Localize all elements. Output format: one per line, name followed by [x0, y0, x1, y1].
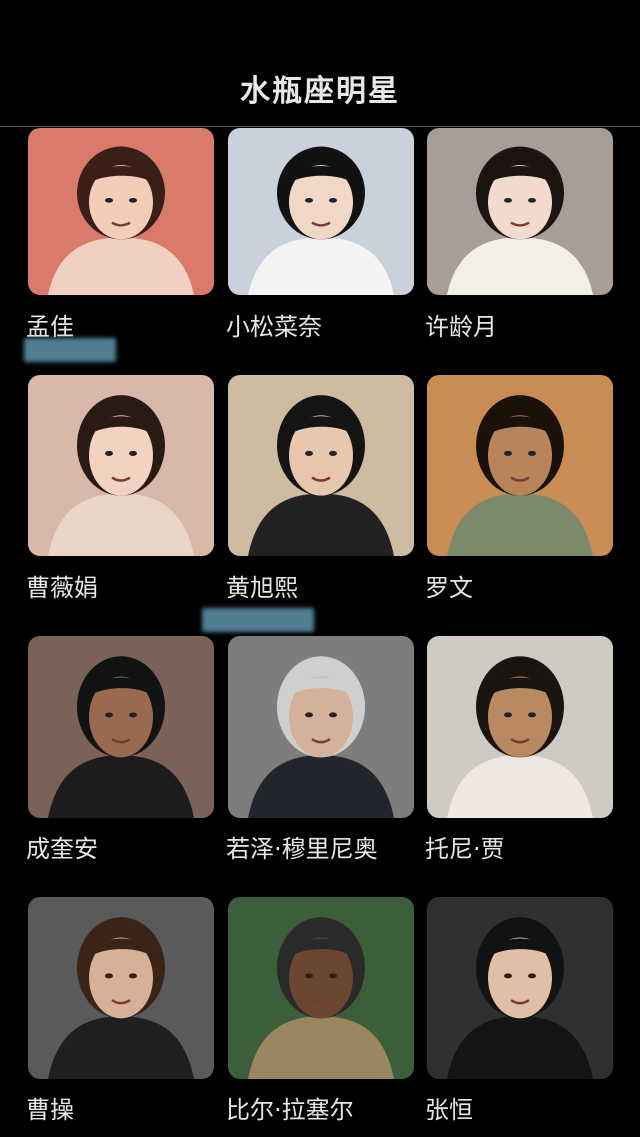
celebrity-name: 许龄月: [425, 313, 497, 341]
celebrity-name: 比尔·拉塞尔: [226, 1096, 354, 1124]
celebrity-name: 曹薇娟: [26, 574, 98, 602]
celebrity-name: 曹操: [26, 1096, 74, 1124]
celebrity-photo[interactable]: [228, 897, 414, 1079]
redaction-bar: [202, 608, 314, 632]
redaction-bar: [24, 338, 116, 362]
celebrity-card[interactable]: 黄旭熙: [226, 375, 414, 602]
celebrity-photo[interactable]: [28, 128, 214, 295]
celebrity-name: 黄旭熙: [226, 574, 298, 602]
celebrity-name: 孟佳: [26, 313, 74, 341]
screen: 孟佳 小松菜奈 许龄月曹薇娟 黄旭熙 罗文成奎安 若泽·穆里尼奥 托尼·贾曹操 比尔·拉塞尔 张…: [0, 0, 640, 1137]
celebrity-photo[interactable]: [228, 128, 414, 295]
page-header: 水瓶座明星: [0, 0, 640, 127]
celebrity-card[interactable]: 孟佳: [26, 128, 214, 341]
celebrity-photo[interactable]: [228, 636, 414, 818]
celebrity-photo[interactable]: [427, 375, 613, 556]
celebrity-photo[interactable]: [427, 636, 613, 818]
celebrity-name: 张恒: [425, 1096, 473, 1124]
celebrity-photo[interactable]: [228, 375, 414, 556]
celebrity-photo[interactable]: [28, 636, 214, 818]
celebrity-card[interactable]: 成奎安: [26, 636, 214, 863]
celebrity-card[interactable]: 若泽·穆里尼奥: [226, 636, 414, 863]
celebrity-name: 若泽·穆里尼奥: [226, 835, 378, 863]
celebrity-name: 成奎安: [26, 835, 98, 863]
celebrity-photo[interactable]: [28, 897, 214, 1079]
celebrity-card[interactable]: 许龄月: [425, 128, 613, 341]
celebrity-card[interactable]: 比尔·拉塞尔: [226, 897, 414, 1124]
celebrity-card[interactable]: 小松菜奈: [226, 128, 414, 341]
celebrity-card[interactable]: 托尼·贾: [425, 636, 613, 863]
celebrity-card[interactable]: 张恒: [425, 897, 613, 1124]
celebrity-name: 罗文: [425, 574, 473, 602]
celebrity-photo[interactable]: [427, 128, 613, 295]
celebrity-photo[interactable]: [28, 375, 214, 556]
celebrity-card[interactable]: 曹薇娟: [26, 375, 214, 602]
celebrity-name: 小松菜奈: [226, 313, 322, 341]
celebrity-name: 托尼·贾: [425, 835, 505, 863]
celebrity-card[interactable]: 曹操: [26, 897, 214, 1124]
header-divider: [0, 126, 640, 127]
page-title: 水瓶座明星: [240, 74, 400, 109]
celebrity-card[interactable]: 罗文: [425, 375, 613, 602]
celebrity-photo[interactable]: [427, 897, 613, 1079]
